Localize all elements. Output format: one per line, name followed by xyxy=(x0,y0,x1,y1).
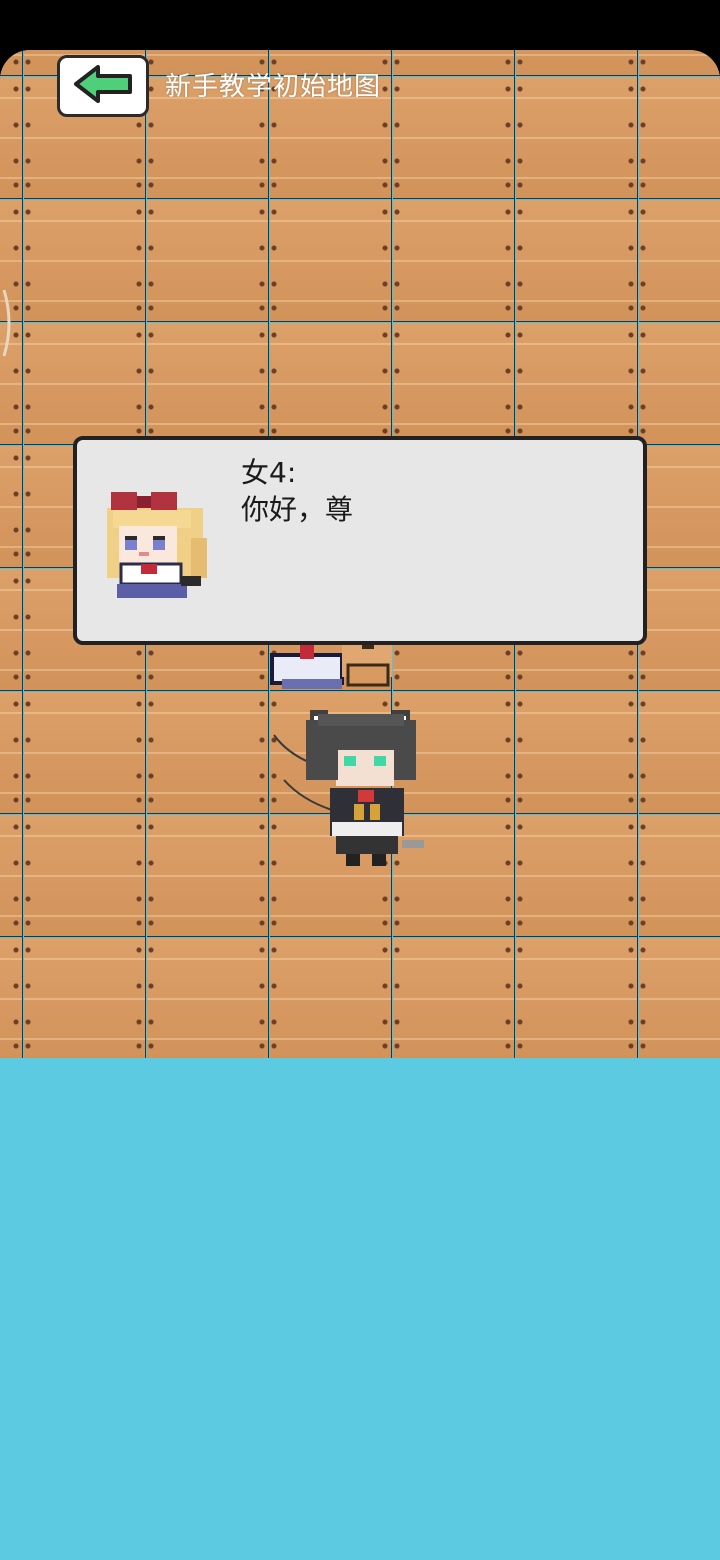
green-left-arrow-icon xyxy=(72,64,134,108)
side-drawer-handle[interactable] xyxy=(0,288,14,358)
player-sprite[interactable] xyxy=(262,690,432,870)
game-screen: 新手教学初始地图 女4: 你好，尊 xyxy=(0,0,720,1560)
map-title: 新手教学初始地图 xyxy=(165,72,382,102)
dialog-speaker-name: 女4: xyxy=(241,456,297,489)
dialog-message: 你好，尊 xyxy=(241,493,354,526)
game-viewport[interactable]: 新手教学初始地图 女4: 你好，尊 xyxy=(0,50,720,1560)
speaker-portrait xyxy=(97,488,213,604)
back-button[interactable] xyxy=(57,55,149,117)
dialog-box[interactable]: 女4: 你好，尊 xyxy=(73,436,647,645)
